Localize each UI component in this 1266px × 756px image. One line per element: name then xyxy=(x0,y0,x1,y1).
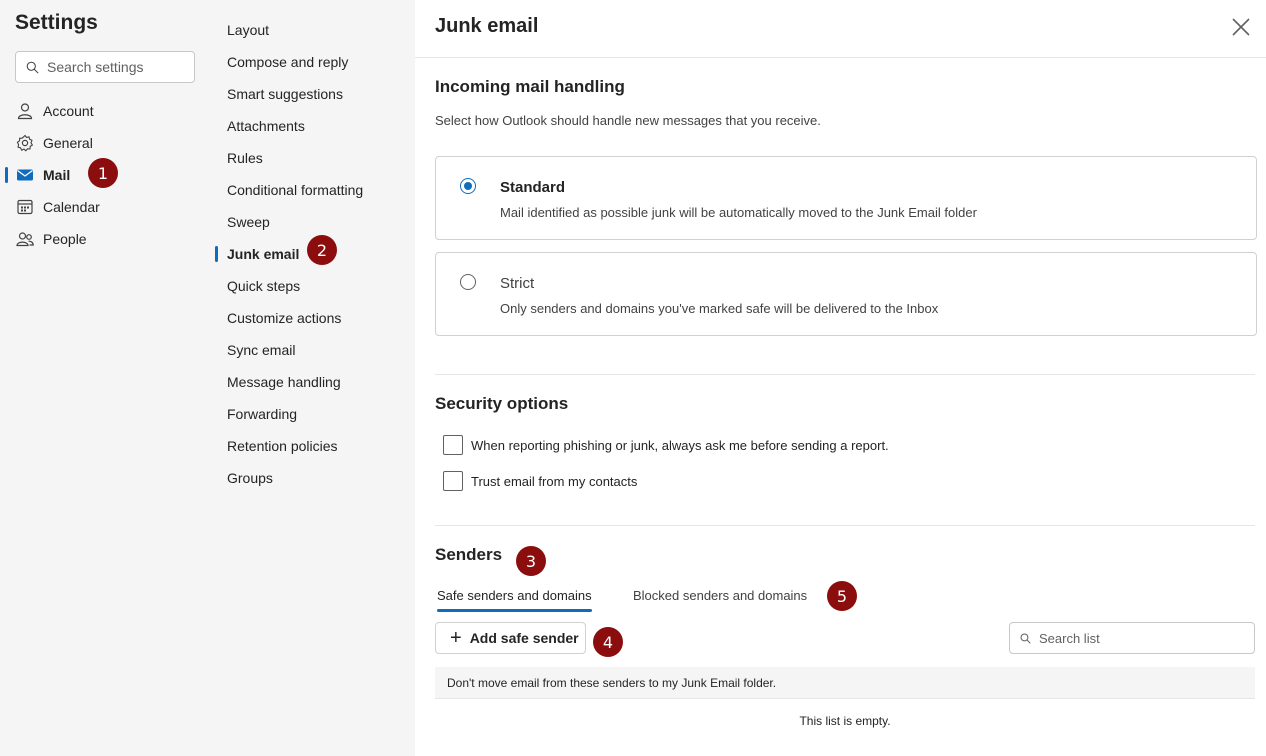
security-options-heading: Security options xyxy=(435,394,569,413)
strict-radio[interactable] xyxy=(460,274,476,290)
subnav-item-quick-steps[interactable]: Quick steps xyxy=(215,270,415,302)
ask-before-report-label: When reporting phishing or junk, always … xyxy=(471,437,889,453)
subnav-item-compose-reply[interactable]: Compose and reply xyxy=(215,46,415,78)
gear-icon xyxy=(16,134,34,152)
section-divider xyxy=(435,525,1255,526)
sidebar-item-people[interactable]: People xyxy=(0,223,215,255)
subnav-item-retention-policies[interactable]: Retention policies xyxy=(215,430,415,462)
header-divider xyxy=(415,57,1266,58)
incoming-mail-description: Select how Outlook should handle new mes… xyxy=(435,113,821,128)
subnav-item-smart-suggestions[interactable]: Smart suggestions xyxy=(215,78,415,110)
search-icon xyxy=(1020,633,1031,644)
subnav-item-rules[interactable]: Rules xyxy=(215,142,415,174)
mail-settings-nav: Layout Compose and reply Smart suggestio… xyxy=(215,0,415,756)
sidebar-item-label: General xyxy=(43,135,93,151)
sidebar-item-label: Account xyxy=(43,103,94,119)
standard-radio[interactable] xyxy=(460,178,476,194)
annotation-badge-3: 3 xyxy=(516,546,546,576)
add-safe-sender-label: Add safe sender xyxy=(469,630,579,646)
people-icon xyxy=(16,230,34,248)
incoming-mail-heading: Incoming mail handling xyxy=(435,77,625,96)
search-list-box[interactable] xyxy=(1009,622,1255,654)
sidebar-item-label: People xyxy=(43,231,87,247)
search-list-input[interactable] xyxy=(1039,630,1239,646)
annotation-badge-5: 5 xyxy=(827,581,857,611)
trust-contacts-label: Trust email from my contacts xyxy=(471,473,638,489)
tab-blocked-senders[interactable]: Blocked senders and domains xyxy=(633,588,807,603)
trust-contacts-checkbox[interactable] xyxy=(443,471,463,491)
subnav-item-conditional-formatting[interactable]: Conditional formatting xyxy=(215,174,415,206)
standard-option-desc: Mail identified as possible junk will be… xyxy=(500,205,977,220)
annotation-badge-1: 1 xyxy=(88,158,118,188)
subnav-item-sweep[interactable]: Sweep xyxy=(215,206,415,238)
subnav-item-layout[interactable]: Layout xyxy=(215,14,415,46)
settings-title: Settings xyxy=(15,11,98,34)
sidebar-item-account[interactable]: Account xyxy=(0,95,215,127)
subnav-item-sync-email[interactable]: Sync email xyxy=(215,334,415,366)
annotation-badge-2: 2 xyxy=(307,235,337,265)
empty-list-message: This list is empty. xyxy=(799,714,891,728)
settings-sidebar: Settings Account General Mail Calendar P… xyxy=(0,0,215,756)
sidebar-item-label: Calendar xyxy=(43,199,100,215)
senders-heading: Senders xyxy=(435,545,503,564)
sidebar-item-label: Mail xyxy=(43,167,71,183)
plus-icon: + xyxy=(450,627,462,649)
close-icon[interactable] xyxy=(1230,16,1252,38)
settings-search-input[interactable] xyxy=(47,59,187,75)
person-icon xyxy=(16,102,34,120)
subnav-item-groups[interactable]: Groups xyxy=(215,462,415,494)
settings-search-box[interactable] xyxy=(15,51,195,83)
sidebar-item-general[interactable]: General xyxy=(0,127,215,159)
page-title: Junk email xyxy=(435,15,539,37)
subnav-item-attachments[interactable]: Attachments xyxy=(215,110,415,142)
standard-option-title: Standard xyxy=(500,179,566,196)
subnav-item-forwarding[interactable]: Forwarding xyxy=(215,398,415,430)
annotation-badge-4: 4 xyxy=(593,627,623,657)
add-safe-sender-button[interactable]: + Add safe sender xyxy=(435,622,586,654)
search-icon xyxy=(26,61,39,74)
calendar-icon xyxy=(16,198,34,216)
strict-option-card[interactable]: Strict Only senders and domains you've m… xyxy=(435,252,1257,336)
ask-before-report-option[interactable]: When reporting phishing or junk, always … xyxy=(443,435,889,455)
junk-email-panel: Junk email Incoming mail handling Select… xyxy=(415,0,1266,756)
sidebar-item-calendar[interactable]: Calendar xyxy=(0,191,215,223)
tab-safe-senders[interactable]: Safe senders and domains xyxy=(437,588,592,612)
standard-option-card[interactable]: Standard Mail identified as possible jun… xyxy=(435,156,1257,240)
section-divider xyxy=(435,374,1255,375)
subnav-item-message-handling[interactable]: Message handling xyxy=(215,366,415,398)
ask-before-report-checkbox[interactable] xyxy=(443,435,463,455)
trust-contacts-option[interactable]: Trust email from my contacts xyxy=(443,471,637,491)
senders-list-header: Don't move email from these senders to m… xyxy=(435,667,1255,699)
strict-option-title: Strict xyxy=(500,275,535,292)
subnav-item-customize-actions[interactable]: Customize actions xyxy=(215,302,415,334)
strict-option-desc: Only senders and domains you've marked s… xyxy=(500,301,939,316)
mail-icon xyxy=(16,166,34,184)
